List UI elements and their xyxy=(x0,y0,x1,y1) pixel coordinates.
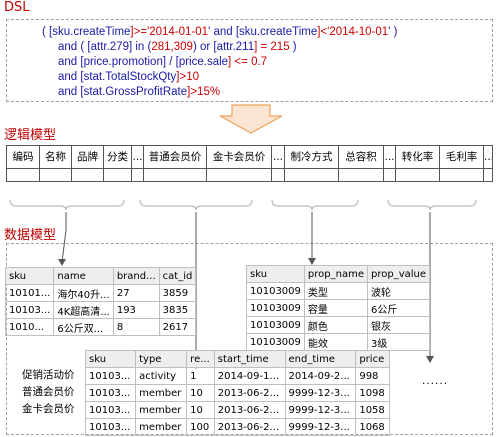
column-header: end_time xyxy=(284,350,357,368)
table-cell: 2013-06-2... xyxy=(213,418,286,436)
table-cell: 6公斤 xyxy=(366,299,431,317)
table-header-row: sku type re... start_time end_time price xyxy=(84,350,390,368)
table-cell: 9999-12-3... xyxy=(284,384,357,402)
column-header: name xyxy=(53,267,114,285)
table-cell: 10101... xyxy=(4,284,55,302)
column-header: cat_id xyxy=(158,267,197,285)
table-header-row: sku prop_name prop_value xyxy=(246,265,431,283)
table-header-row: sku name brand... cat_id xyxy=(4,267,197,285)
table-cell: 8 xyxy=(112,318,160,336)
table-cell: 27 xyxy=(112,284,160,302)
table-cell: 9999-12-3... xyxy=(284,418,357,436)
column-header: type xyxy=(135,350,188,368)
table-cell: 193 xyxy=(112,301,160,319)
table-cell: 10103... xyxy=(84,367,137,385)
table-cell: 10103009 xyxy=(246,299,305,317)
table-cell: 2013-06-2... xyxy=(213,384,286,402)
column-header: sku xyxy=(84,350,137,368)
table-row: 1010... 6公斤双... 8 2617 xyxy=(4,318,197,336)
prop-table: sku prop_name prop_value 10103009 类型 波轮 … xyxy=(246,265,431,351)
table-cell: 1 xyxy=(186,367,215,385)
price-label-member: 普通会员价 xyxy=(22,386,75,398)
table-cell: 10103009 xyxy=(246,316,305,334)
table-cell: 10103... xyxy=(84,384,137,402)
table-row: 10103... 4K超高清... 193 3835 xyxy=(4,301,197,319)
table-cell: 银灰 xyxy=(366,316,431,334)
table-cell: 4K超高清... xyxy=(53,301,114,319)
column-header: prop_name xyxy=(303,265,368,283)
table-cell: 1058 xyxy=(355,401,390,419)
table-cell: 2617 xyxy=(158,318,197,336)
table-cell: 100 xyxy=(186,418,215,436)
table-cell: 2014-09-1... xyxy=(213,367,286,385)
price-label-promotion: 促销活动价 xyxy=(22,369,75,381)
column-header: sku xyxy=(246,265,305,283)
table-cell: 10103... xyxy=(84,418,137,436)
table-cell: 波轮 xyxy=(366,282,431,300)
column-header: prop_value xyxy=(366,265,431,283)
table-cell: 2013-06-2... xyxy=(213,401,286,419)
table-row: 10103009 类型 波轮 xyxy=(246,282,431,300)
table-row: 10103... member 10 2013-06-2... 9999-12-… xyxy=(84,401,390,419)
table-row: 10103... member 100 2013-06-2... 9999-12… xyxy=(84,418,390,436)
table-cell: 海尔40升... xyxy=(53,284,114,302)
column-header: brand... xyxy=(112,267,160,285)
table-cell: 10 xyxy=(186,384,215,402)
more-ellipsis: ...... xyxy=(422,375,449,387)
table-cell: 1068 xyxy=(355,418,390,436)
table-cell: 10103009 xyxy=(246,282,305,300)
table-cell: 能效 xyxy=(303,333,368,351)
table-row: 10103009 能效 3级 xyxy=(246,333,431,351)
table-cell: 3级 xyxy=(366,333,431,351)
table-cell: 3835 xyxy=(158,301,197,319)
table-cell: member xyxy=(135,401,188,419)
table-cell: 3859 xyxy=(158,284,197,302)
column-header: sku xyxy=(4,267,55,285)
price-table: sku type re... start_time end_time price… xyxy=(84,350,390,436)
table-cell: member xyxy=(135,418,188,436)
column-header: start_time xyxy=(213,350,286,368)
table-row: 10103... member 10 2013-06-2... 9999-12-… xyxy=(84,384,390,402)
sku-table: sku name brand... cat_id 10101... 海尔40升.… xyxy=(4,267,197,336)
table-cell: 2014-09-2... xyxy=(284,367,357,385)
table-cell: 容量 xyxy=(303,299,368,317)
table-cell: 10103... xyxy=(4,301,55,319)
table-cell: 1010... xyxy=(4,318,55,336)
table-cell: 颜色 xyxy=(303,316,368,334)
column-header: re... xyxy=(186,350,215,368)
table-cell: activity xyxy=(135,367,188,385)
table-cell: 10103009 xyxy=(246,333,305,351)
price-label-gold: 金卡会员价 xyxy=(22,403,75,415)
table-cell: 998 xyxy=(355,367,390,385)
table-cell: 1098 xyxy=(355,384,390,402)
table-cell: member xyxy=(135,384,188,402)
table-cell: 6公斤双... xyxy=(53,318,114,336)
table-row: 10101... 海尔40升... 27 3859 xyxy=(4,284,197,302)
table-cell: 10 xyxy=(186,401,215,419)
table-row: 10103009 颜色 银灰 xyxy=(246,316,431,334)
table-cell: 9999-12-3... xyxy=(284,401,357,419)
table-row: 10103009 容量 6公斤 xyxy=(246,299,431,317)
column-header: price xyxy=(355,350,390,368)
table-row: 10103... activity 1 2014-09-1... 2014-09… xyxy=(84,367,390,385)
table-cell: 类型 xyxy=(303,282,368,300)
table-cell: 10103... xyxy=(84,401,137,419)
